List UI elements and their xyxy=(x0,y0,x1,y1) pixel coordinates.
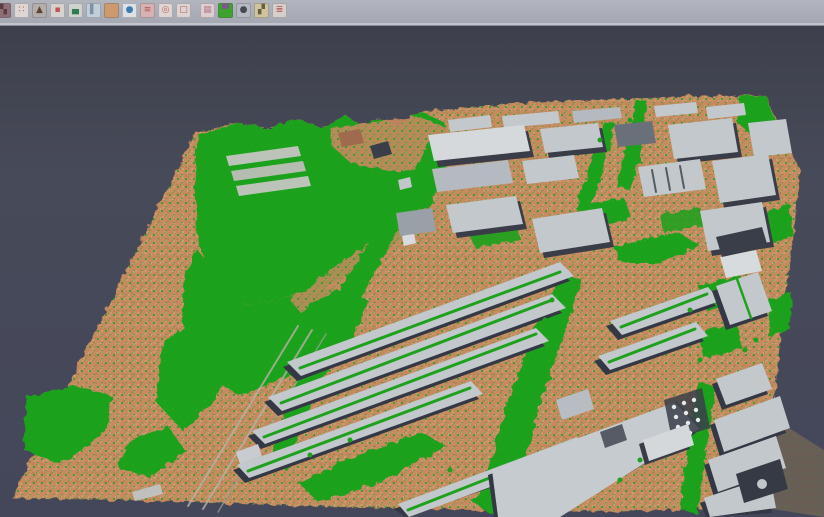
scene-shape xyxy=(674,415,678,419)
ring-icon[interactable]: ◎ xyxy=(158,3,173,18)
scene-shape xyxy=(598,138,603,143)
scene-shape xyxy=(682,401,686,405)
camera-icon[interactable]: ● xyxy=(236,3,251,18)
layers-icon[interactable]: ≡ xyxy=(140,3,155,18)
scene-shape xyxy=(526,398,531,403)
selection-icon[interactable]: ▢ xyxy=(176,3,191,18)
scene-shape xyxy=(698,358,703,363)
classification-map-icon[interactable]: ▀ xyxy=(218,3,233,18)
scene-shape xyxy=(684,411,688,415)
terrain-icon[interactable]: ▲ xyxy=(32,3,47,18)
scene-shape xyxy=(618,478,623,483)
scene-shape xyxy=(448,468,453,473)
scene-shape xyxy=(757,479,767,489)
scene-shape xyxy=(628,118,633,123)
map-sheet-icon[interactable]: ▞ xyxy=(254,3,269,18)
scene-shape xyxy=(754,338,759,343)
scene-shape xyxy=(428,453,433,458)
scene-shape xyxy=(748,119,792,157)
scene-shape xyxy=(396,208,436,236)
scene-shape xyxy=(638,458,643,463)
toolbar-icon-row: ▚∷▲▪▄▌●≡◎▢▦▀●▞≣ xyxy=(0,3,290,18)
grid-icon[interactable]: ▦ xyxy=(200,3,215,18)
scene-shape xyxy=(743,348,748,353)
marker-icon[interactable]: ▪ xyxy=(50,3,65,18)
scene-shape xyxy=(534,358,539,363)
scene-shape xyxy=(308,453,313,458)
scene-shape xyxy=(668,118,738,159)
scene-shape xyxy=(593,158,598,163)
globe-icon[interactable]: ● xyxy=(122,3,137,18)
app-window: ▚∷▲▪▄▌●≡◎▢▦▀●▞≣ xyxy=(0,0,824,517)
classified-pointcloud-scene xyxy=(0,0,824,517)
scene-shape xyxy=(688,308,693,313)
ground-class-icon[interactable] xyxy=(104,3,119,18)
scene-shape xyxy=(694,408,698,412)
hill-icon[interactable]: ▄ xyxy=(68,3,83,18)
open-project-icon[interactable]: ▚ xyxy=(0,3,11,18)
scene-shape xyxy=(696,418,700,422)
scene-shape xyxy=(550,298,555,303)
scene-shape xyxy=(672,405,676,409)
toolbar: ▚∷▲▪▄▌●≡◎▢▦▀●▞≣ xyxy=(0,0,824,26)
scene-shape xyxy=(558,288,563,293)
legend-icon[interactable]: ≣ xyxy=(272,3,287,18)
scene-shape xyxy=(543,318,548,323)
column-icon[interactable]: ▌ xyxy=(86,3,101,18)
scene-shape xyxy=(712,154,776,203)
scene-shape xyxy=(692,398,696,402)
viewport-3d[interactable] xyxy=(0,26,824,517)
scene-shape xyxy=(348,438,353,443)
scene-shape xyxy=(614,121,656,147)
classify-points-icon[interactable]: ∷ xyxy=(14,3,29,18)
